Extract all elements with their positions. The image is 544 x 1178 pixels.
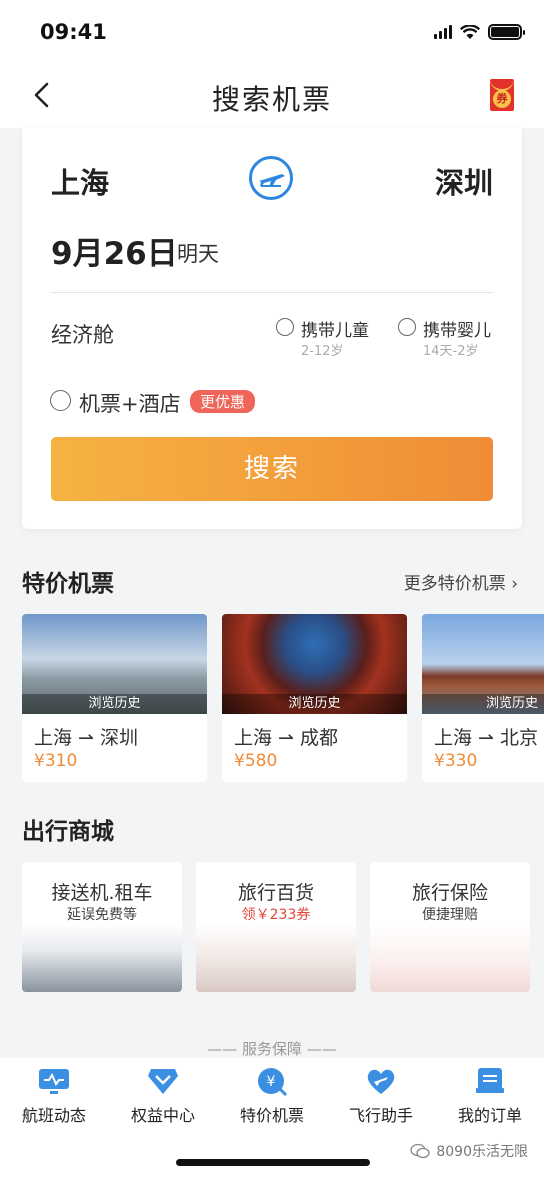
deal-route: 上海 ⇀ 深圳 (34, 727, 138, 749)
flight-status-icon (39, 1069, 69, 1094)
history-label: 浏览历史 (22, 694, 207, 714)
wechat-icon (410, 1143, 431, 1159)
tab-my-orders[interactable]: 我的订单 (440, 1066, 540, 1126)
tab-label: 飞行助手 (348, 1106, 413, 1125)
option-label: 携带婴儿 (423, 321, 491, 341)
deal-card[interactable]: 浏览历史 上海 ⇀ 成都 ¥580 (222, 614, 407, 782)
luggage-image (196, 924, 356, 992)
departure-city[interactable]: 上海 (51, 160, 109, 202)
deal-price: ¥310 (34, 751, 78, 771)
mall-card-subtitle: 领￥233券 (241, 907, 311, 923)
wifi-icon (460, 24, 480, 39)
discount-ticket-icon: ¥ (258, 1068, 288, 1096)
home-indicator[interactable] (176, 1159, 370, 1166)
deals-section-title: 特价机票 (22, 571, 114, 597)
tab-flight-status[interactable]: 航班动态 (4, 1066, 104, 1126)
cabin-class[interactable]: 经济舱 (51, 319, 114, 349)
battery-icon (488, 24, 525, 40)
coupon-icon[interactable]: 券 (490, 79, 514, 111)
page-title: 搜索机票 (211, 83, 332, 116)
service-guarantee-label: —— 服务保障 —— (207, 1040, 337, 1058)
benefits-icon (148, 1069, 178, 1094)
deal-card[interactable]: 浏览历史 上海 ⇀ 北京 ¥330 (422, 614, 544, 782)
arrival-city[interactable]: 深圳 (435, 160, 493, 202)
radio-button[interactable] (398, 318, 416, 336)
status-bar: 09:41 (0, 0, 544, 64)
mall-card-transfer[interactable]: 接送机.租车 延误免费等 (22, 862, 182, 992)
watermark-text: 8090乐活无限 (436, 1144, 528, 1160)
deal-route: 上海 ⇀ 北京 (434, 727, 538, 749)
watermark: 8090乐活无限 (410, 1141, 528, 1161)
history-label: 浏览历史 (422, 694, 544, 714)
tab-label: 我的订单 (457, 1106, 522, 1125)
tab-discount-tickets[interactable]: ¥ 特价机票 (222, 1066, 322, 1126)
deal-route: 上海 ⇀ 成都 (234, 727, 338, 749)
mall-card-insurance[interactable]: 旅行保险 便捷理赔 (370, 862, 530, 992)
departure-date[interactable]: 9月26日 (51, 228, 178, 273)
status-time: 09:41 (40, 20, 107, 44)
mall-card-goods[interactable]: 旅行百货 领￥233券 (196, 862, 356, 992)
coupon-char: 券 (493, 90, 511, 108)
more-deals-link[interactable]: 更多特价机票 › (404, 569, 518, 594)
divider (51, 292, 493, 293)
signal-icon (434, 25, 452, 39)
tab-label: 权益中心 (130, 1106, 195, 1125)
mall-card-subtitle: 延误免费等 (67, 907, 137, 923)
flight-hotel-label[interactable]: 机票+酒店 (79, 388, 181, 418)
discount-badge: 更优惠 (190, 390, 256, 413)
airplane-image (370, 924, 530, 992)
orders-icon (476, 1068, 504, 1093)
search-button[interactable]: 搜索 (51, 437, 493, 501)
system-icons (434, 24, 525, 40)
nav-bar: 搜索机票 券 (0, 64, 544, 128)
swap-cities-icon[interactable] (249, 156, 293, 200)
date-relative-label: 明天 (177, 242, 219, 266)
deal-card[interactable]: 浏览历史 上海 ⇀ 深圳 ¥310 (22, 614, 207, 782)
tab-benefits[interactable]: 权益中心 (113, 1066, 213, 1126)
tab-flight-assistant[interactable]: 飞行助手 (331, 1066, 431, 1126)
mall-card-subtitle: 便捷理赔 (422, 907, 478, 923)
option-age-range: 2-12岁 (301, 344, 344, 359)
mall-card-title: 旅行保险 (411, 882, 488, 904)
mall-card-title: 旅行百货 (237, 882, 314, 904)
history-label: 浏览历史 (222, 694, 407, 714)
svg-text:¥: ¥ (267, 1074, 276, 1090)
flight-hotel-radio[interactable] (50, 390, 71, 411)
tab-label: 航班动态 (21, 1106, 86, 1125)
mall-section-title: 出行商城 (22, 819, 114, 845)
mall-card-title: 接送机.租车 (51, 882, 153, 904)
flight-search-card: 上海 深圳 9月26日 明天 经济舱 携带儿童 2-12岁 携带婴儿 14天-2… (22, 128, 522, 529)
tab-label: 特价机票 (239, 1106, 304, 1125)
flight-assistant-icon (367, 1069, 395, 1094)
radio-button[interactable] (276, 318, 294, 336)
deal-price: ¥330 (434, 751, 478, 771)
car-image (22, 924, 182, 992)
option-label: 携带儿童 (301, 321, 369, 341)
deal-price: ¥580 (234, 751, 278, 771)
option-age-range: 14天-2岁 (423, 344, 479, 359)
